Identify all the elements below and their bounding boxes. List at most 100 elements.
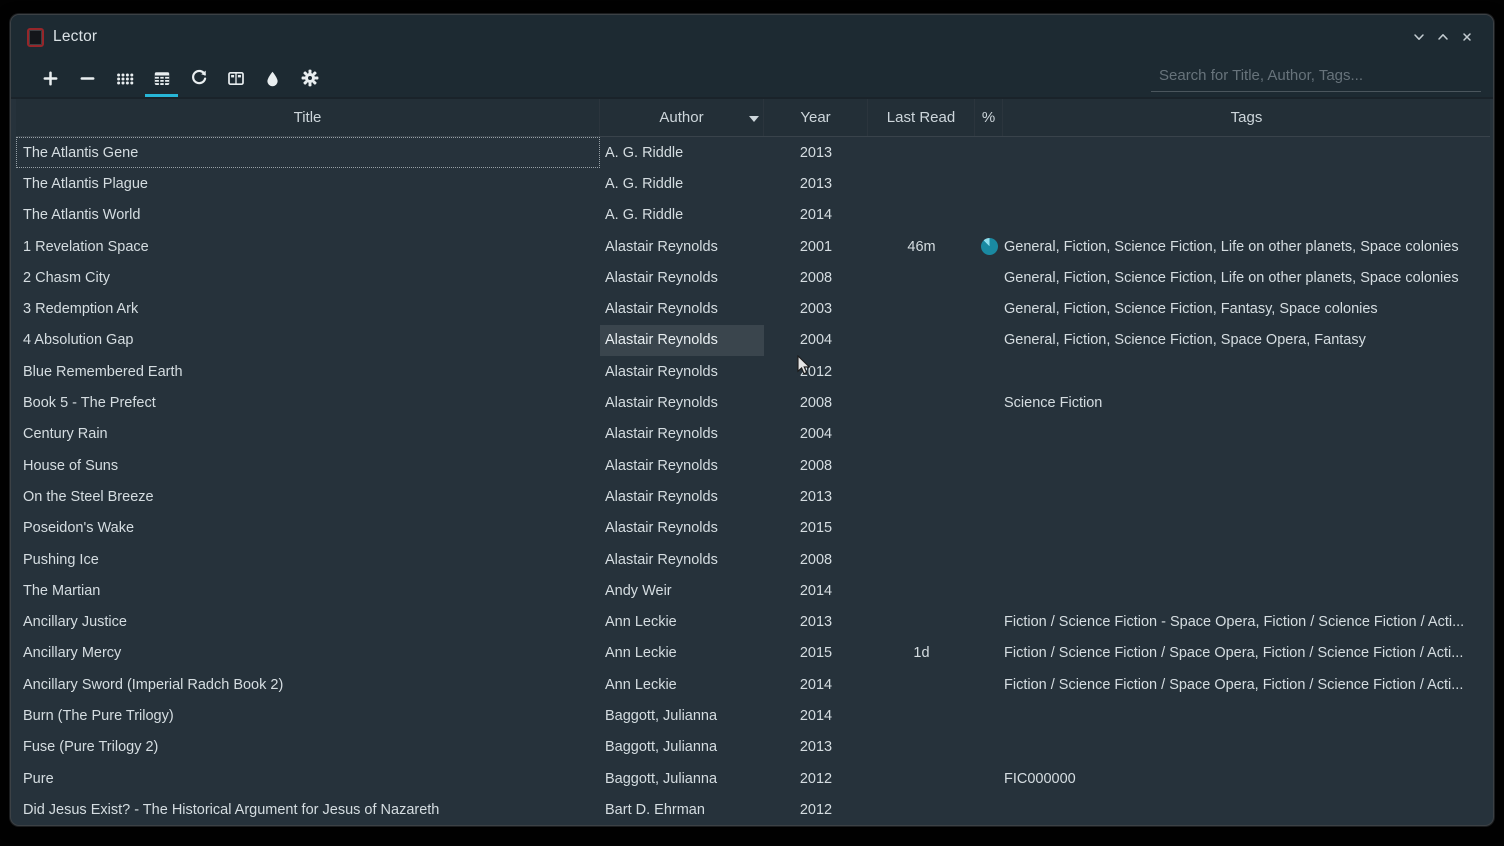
cell-percent[interactable] [975,293,1003,324]
cell-author[interactable]: Alastair Reynolds [600,419,764,450]
shade-button[interactable] [1411,29,1427,45]
cell-year[interactable]: 2013 [764,481,868,512]
cell-tags[interactable] [1003,450,1490,481]
cell-author[interactable]: Alastair Reynolds [600,450,764,481]
cell-tags[interactable] [1003,544,1490,575]
cover-view-button[interactable] [106,59,143,97]
search-input[interactable] [1151,65,1481,92]
cell-year[interactable]: 2003 [764,293,868,324]
cell-last-read[interactable] [868,575,975,606]
cell-title[interactable]: The Atlantis World [16,200,600,231]
library-button[interactable] [217,59,254,97]
cell-last-read[interactable] [868,606,975,637]
cell-last-read[interactable] [868,669,975,700]
cell-author[interactable]: A. G. Riddle [600,168,764,199]
table-row[interactable]: Burn (The Pure Trilogy) Baggott, Juliann… [16,700,1490,731]
table-row[interactable]: The Atlantis Plague A. G. Riddle 2013 [16,168,1490,199]
cell-title[interactable]: On the Steel Breeze [16,481,600,512]
table-row[interactable]: Book 5 - The Prefect Alastair Reynolds 2… [16,387,1490,418]
table-row[interactable]: Ancillary Mercy Ann Leckie 2015 1d Ficti… [16,638,1490,669]
cell-author[interactable]: Alastair Reynolds [600,356,764,387]
cell-author[interactable]: Baggott, Julianna [600,732,764,763]
cell-last-read[interactable]: 1d [868,638,975,669]
cell-title[interactable]: 3 Redemption Ark [16,293,600,324]
cell-author[interactable]: Alastair Reynolds [600,231,764,262]
cell-last-read[interactable] [868,513,975,544]
cell-last-read[interactable] [868,544,975,575]
cell-year[interactable]: 2008 [764,262,868,293]
cell-percent[interactable] [975,513,1003,544]
cell-last-read[interactable] [868,262,975,293]
cell-year[interactable]: 2008 [764,544,868,575]
cell-author[interactable]: Alastair Reynolds [600,481,764,512]
cell-title[interactable]: Pushing Ice [16,544,600,575]
cell-title[interactable]: Century Rain [16,419,600,450]
cell-last-read[interactable] [868,732,975,763]
cell-percent[interactable] [975,638,1003,669]
cell-last-read[interactable] [868,387,975,418]
cell-percent[interactable] [975,387,1003,418]
column-header-last-read[interactable]: Last Read [868,99,975,136]
table-row[interactable]: Century Rain Alastair Reynolds 2004 [16,419,1490,450]
close-button[interactable] [1459,29,1475,45]
cell-title[interactable]: Ancillary Justice [16,606,600,637]
cell-last-read[interactable] [868,450,975,481]
cell-tags[interactable]: Fiction / Science Fiction / Space Opera,… [1003,669,1490,700]
cell-year[interactable]: 2014 [764,200,868,231]
cell-percent[interactable] [975,419,1003,450]
settings-button[interactable] [291,59,328,97]
column-header-year[interactable]: Year [764,99,868,136]
cell-tags[interactable] [1003,481,1490,512]
cell-author[interactable]: Bart D. Ehrman [600,794,764,825]
cell-tags[interactable]: General, Fiction, Science Fiction, Space… [1003,325,1490,356]
cell-percent[interactable] [975,794,1003,825]
cell-last-read[interactable] [868,137,975,168]
cell-author[interactable]: Alastair Reynolds [600,544,764,575]
cell-last-read[interactable] [868,293,975,324]
cell-tags[interactable] [1003,732,1490,763]
cell-tags[interactable]: Fiction / Science Fiction - Space Opera,… [1003,606,1490,637]
cell-tags[interactable] [1003,513,1490,544]
cell-percent[interactable] [975,137,1003,168]
cell-last-read[interactable] [868,763,975,794]
column-header-author[interactable]: Author [600,99,764,136]
cell-last-read[interactable] [868,794,975,825]
cell-author[interactable]: Alastair Reynolds [600,293,764,324]
cell-percent[interactable] [975,231,1003,262]
cell-title[interactable]: Burn (The Pure Trilogy) [16,700,600,731]
cell-title[interactable]: Fuse (Pure Trilogy 2) [16,732,600,763]
maximize-button[interactable] [1435,29,1451,45]
cell-percent[interactable] [975,763,1003,794]
table-row[interactable]: The Martian Andy Weir 2014 [16,575,1490,606]
cell-year[interactable]: 2012 [764,794,868,825]
cell-year[interactable]: 2015 [764,638,868,669]
cell-last-read[interactable] [868,325,975,356]
cell-last-read[interactable] [868,168,975,199]
cell-title[interactable]: The Atlantis Plague [16,168,600,199]
cell-last-read[interactable] [868,356,975,387]
cell-author[interactable]: Andy Weir [600,575,764,606]
cell-last-read[interactable] [868,700,975,731]
table-row[interactable]: 1 Revelation Space Alastair Reynolds 200… [16,231,1490,262]
cell-last-read[interactable]: 46m [868,231,975,262]
cell-tags[interactable] [1003,794,1490,825]
titlebar[interactable]: Lector [11,15,1493,59]
delete-book-button[interactable] [69,59,106,97]
cell-percent[interactable] [975,544,1003,575]
cell-tags[interactable] [1003,575,1490,606]
cell-author[interactable]: A. G. Riddle [600,200,764,231]
column-header-title[interactable]: Title [16,99,600,136]
cell-title[interactable]: Did Jesus Exist? - The Historical Argume… [16,794,600,825]
cell-tags[interactable]: General, Fiction, Science Fiction, Life … [1003,231,1490,262]
table-row[interactable]: Ancillary Sword (Imperial Radch Book 2) … [16,669,1490,700]
cell-title[interactable]: Poseidon's Wake [16,513,600,544]
cell-tags[interactable]: FIC000000 [1003,763,1490,794]
cell-percent[interactable] [975,450,1003,481]
cell-percent[interactable] [975,356,1003,387]
cell-year[interactable]: 2013 [764,137,868,168]
cell-title[interactable]: Ancillary Mercy [16,638,600,669]
cell-title[interactable]: Book 5 - The Prefect [16,387,600,418]
cell-author[interactable]: Alastair Reynolds [600,387,764,418]
table-row[interactable]: The Atlantis World A. G. Riddle 2014 [16,200,1490,231]
cell-percent[interactable] [975,262,1003,293]
